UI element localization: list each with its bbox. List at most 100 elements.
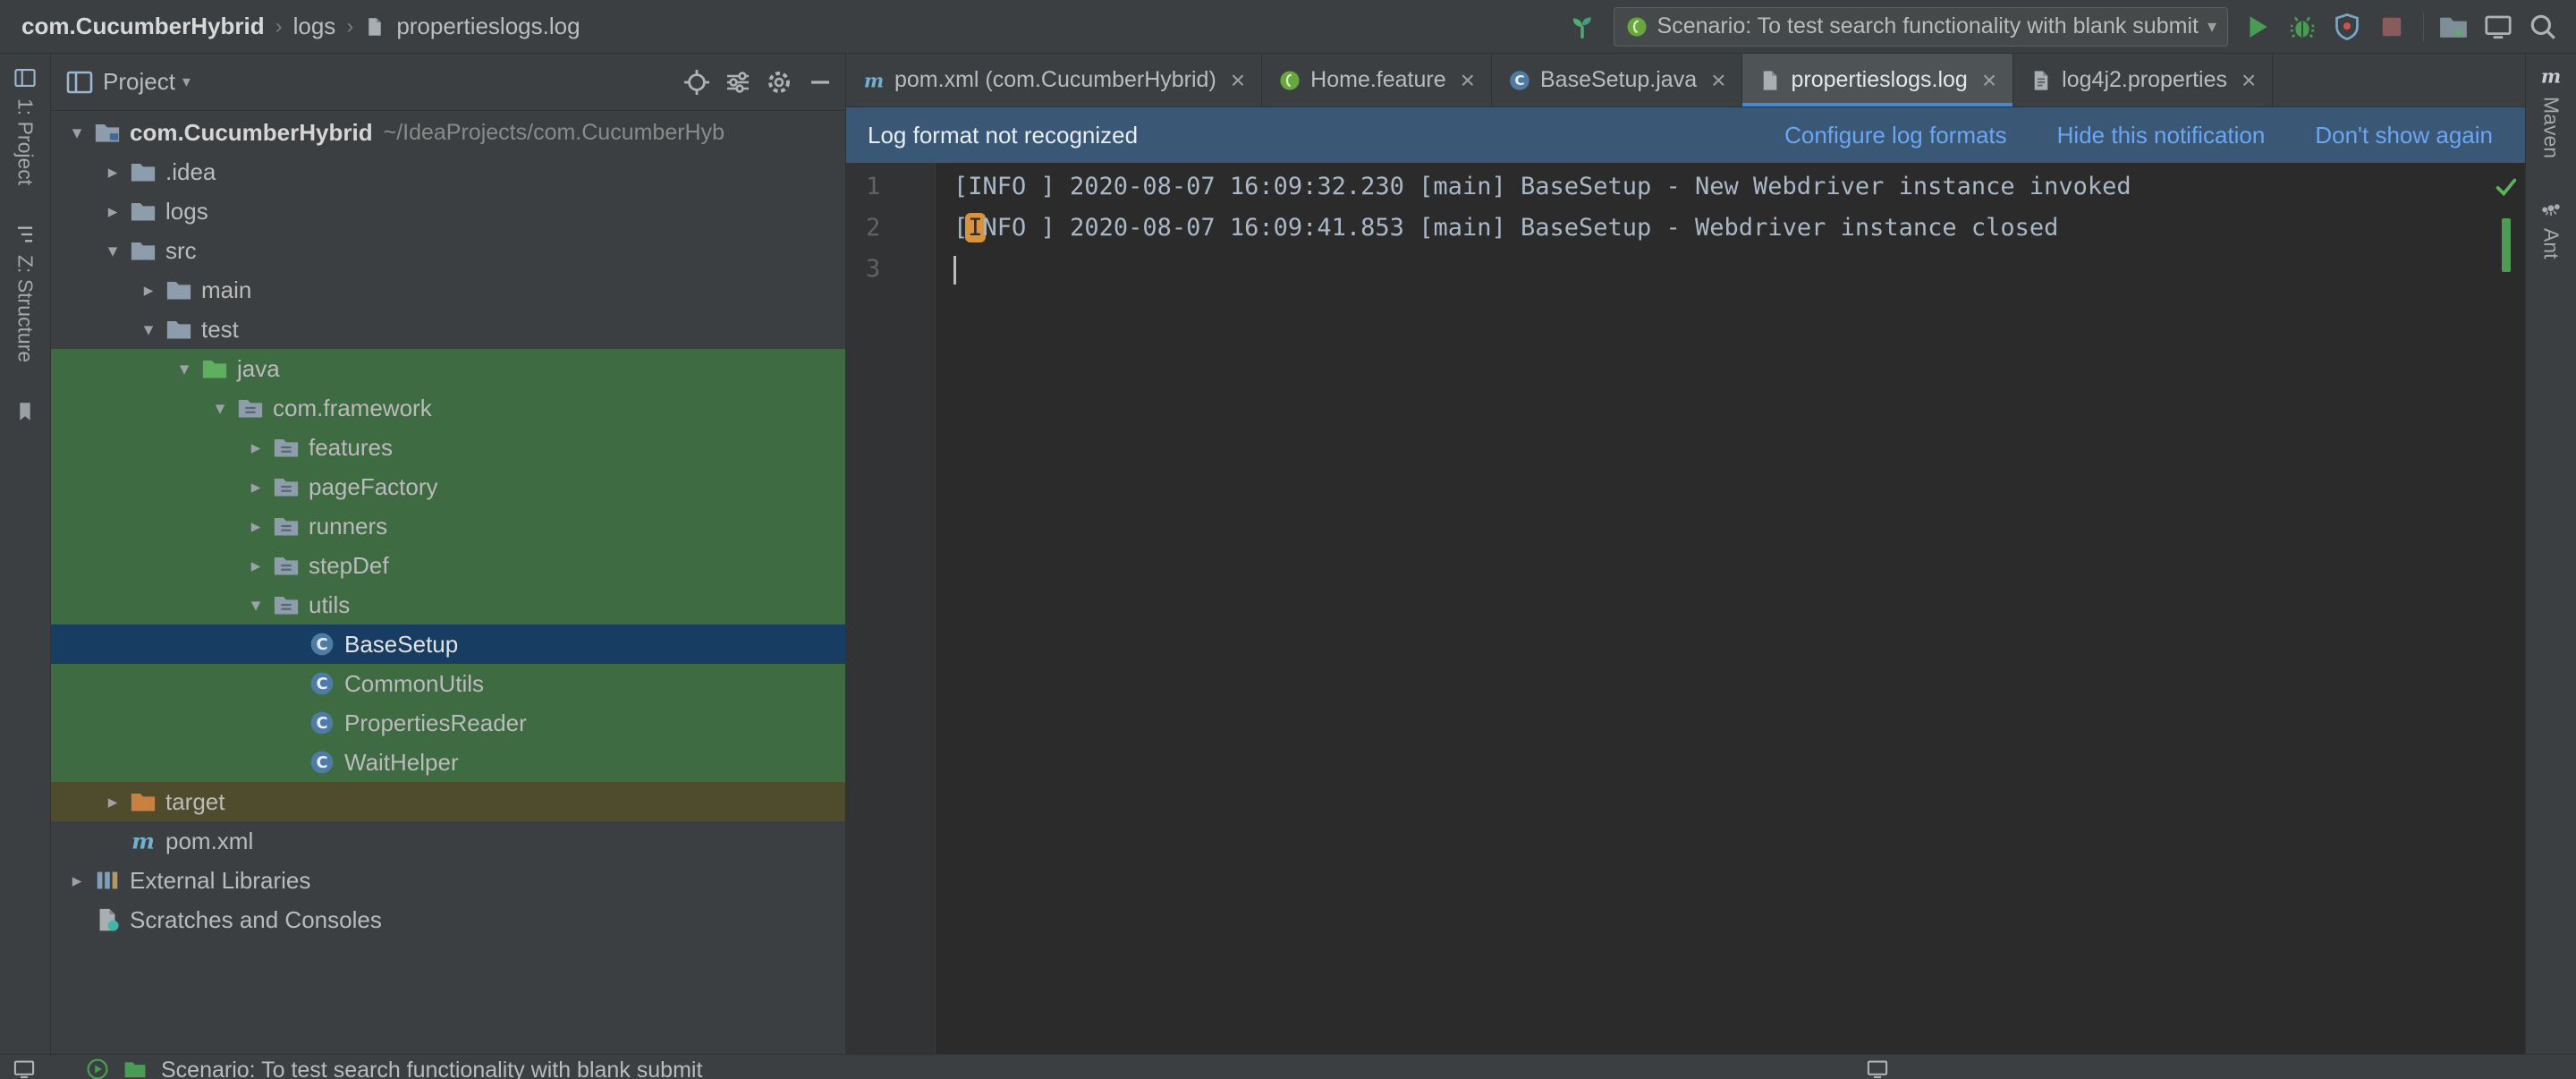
- tab-log4j2-properties[interactable]: log4j2.properties ×: [2013, 54, 2274, 106]
- editor-line-3[interactable]: [953, 249, 2489, 290]
- project-panel-title[interactable]: Project: [103, 68, 175, 96]
- chevron-right-icon[interactable]: ▸: [135, 279, 162, 302]
- tool-window-button-project[interactable]: 1: Project: [13, 66, 38, 185]
- chevron-down-icon[interactable]: ▾: [99, 240, 126, 262]
- chevron-down-icon[interactable]: ▾: [171, 358, 198, 380]
- banner-action-configure-log-formats[interactable]: Configure log formats: [1784, 122, 2007, 149]
- tool-window-button-structure[interactable]: Z: Structure: [13, 223, 38, 362]
- tree-item-pom-xml[interactable]: m pom.xml: [51, 821, 845, 861]
- breadcrumb-separator: ›: [346, 13, 354, 38]
- run-tool-window-bar[interactable]: Scenario: To test search functionality w…: [0, 1054, 2576, 1079]
- editor-body[interactable]: 1 2 3 [INFO ] 2020-08-07 16:09:32.230 [mai…: [846, 163, 2525, 1054]
- code-area[interactable]: [INFO ] 2020-08-07 16:09:32.230 [main] B…: [936, 163, 2489, 1054]
- tree-item-features[interactable]: ▸ features: [51, 428, 845, 467]
- tab-label: pom.xml (com.CucumberHybrid): [894, 67, 1216, 92]
- tab-propertieslogs-log[interactable]: propertieslogs.log ×: [1742, 54, 2014, 106]
- debug-button[interactable]: [2287, 12, 2318, 42]
- stop-button[interactable]: [2377, 12, 2407, 42]
- close-tab-icon[interactable]: ×: [1461, 67, 1475, 93]
- chevron-right-icon[interactable]: ▸: [99, 161, 126, 183]
- editor-line-1[interactable]: [INFO ] 2020-08-07 16:09:32.230 [main] B…: [953, 166, 2489, 208]
- tree-item-src[interactable]: ▾ src: [51, 231, 845, 270]
- banner-action-don-t-show-again[interactable]: Don't show again: [2315, 122, 2493, 149]
- notification-banner: Log format not recognized Configure log …: [846, 107, 2525, 163]
- chevron-down-icon[interactable]: ▾: [182, 72, 191, 91]
- tab-home-feature[interactable]: Home.feature ×: [1262, 54, 1492, 106]
- tab-basesetup-java[interactable]: C BaseSetup.java ×: [1492, 54, 1743, 106]
- tree-item-label: PropertiesReader: [344, 709, 527, 736]
- close-tab-icon[interactable]: ×: [1711, 67, 1725, 93]
- chevron-right-icon[interactable]: ▸: [242, 515, 269, 538]
- tree-item-commonutils[interactable]: C CommonUtils: [51, 664, 845, 703]
- open-folder-button[interactable]: [2438, 12, 2469, 42]
- tree-item-basesetup[interactable]: C BaseSetup: [51, 624, 845, 664]
- close-tab-icon[interactable]: ×: [2241, 67, 2256, 93]
- tree-item-pagefactory[interactable]: ▸ pageFactory: [51, 467, 845, 506]
- line-number: 1: [866, 173, 881, 200]
- seedling-icon[interactable]: [1567, 12, 1597, 42]
- close-tab-icon[interactable]: ×: [1231, 67, 1245, 93]
- line-number-gutter: 1 2 3: [846, 163, 936, 1054]
- chevron-right-icon[interactable]: ▸: [64, 870, 90, 892]
- change-marker[interactable]: [2502, 218, 2511, 272]
- window-icon[interactable]: [13, 1058, 36, 1079]
- tree-item-label: .idea: [165, 157, 216, 185]
- maven-icon: m: [130, 828, 157, 854]
- close-tab-icon[interactable]: ×: [1982, 67, 1996, 93]
- inspections-ok-icon[interactable]: [2493, 174, 2520, 200]
- bookmark-icon[interactable]: [13, 400, 37, 423]
- coverage-button[interactable]: [2332, 12, 2362, 42]
- tree-item-java[interactable]: ▾ java: [51, 349, 845, 388]
- tool-window-button-ant[interactable]: Ant: [2539, 196, 2563, 259]
- window-layout-button[interactable]: [2483, 12, 2513, 42]
- editor-line-2[interactable]: [INFO ] 2020-08-07 16:09:41.853 [main] B…: [953, 208, 2489, 249]
- tab-label: BaseSetup.java: [1539, 67, 1698, 92]
- hide-panel-icon[interactable]: [806, 68, 835, 97]
- chevron-right-icon[interactable]: ▸: [242, 555, 269, 577]
- chevron-down-icon[interactable]: ▾: [64, 122, 90, 144]
- search-everywhere-button[interactable]: [2528, 12, 2558, 42]
- maven-icon: m: [2539, 64, 2563, 88]
- tree-item-utils[interactable]: ▾ utils: [51, 585, 845, 624]
- svg-text:C: C: [316, 675, 327, 693]
- tab-pom-xml-com-cucumberhybrid[interactable]: m pom.xml (com.CucumberHybrid) ×: [846, 54, 1263, 106]
- tree-item-propertiesreader[interactable]: C PropertiesReader: [51, 703, 845, 743]
- chevron-right-icon[interactable]: ▸: [99, 200, 126, 223]
- tree-item-stepdef[interactable]: ▸ stepDef: [51, 546, 845, 585]
- chevron-right-icon[interactable]: ▸: [242, 476, 269, 498]
- tree-item-runners[interactable]: ▸ runners: [51, 506, 845, 546]
- chevron-down-icon[interactable]: ▾: [242, 594, 269, 616]
- tree-item-label: test: [201, 315, 239, 343]
- tree-item-com-cucumberhybrid[interactable]: ▾ com.CucumberHybrid ~/IdeaProjects/com.Cu…: [51, 113, 845, 152]
- breadcrumb-item-propertieslogs-log[interactable]: propertieslogs.log: [396, 13, 580, 40]
- tree-item-scratches-and-consoles[interactable]: Scratches and Consoles: [51, 900, 845, 939]
- chevron-down-icon[interactable]: ▾: [207, 397, 233, 420]
- tool-window-button-maven[interactable]: m Maven: [2539, 64, 2563, 158]
- tree-item-label: WaitHelper: [344, 748, 459, 776]
- chevron-down-icon[interactable]: ▾: [135, 319, 162, 341]
- select-opened-file-icon[interactable]: [682, 68, 711, 97]
- gear-icon[interactable]: [765, 68, 793, 97]
- tree-item-target[interactable]: ▸ target: [51, 782, 845, 821]
- tree-item-waithelper[interactable]: C WaitHelper: [51, 743, 845, 782]
- banner-action-hide-this-notification[interactable]: Hide this notification: [2057, 122, 2266, 149]
- chevron-right-icon[interactable]: ▸: [242, 437, 269, 459]
- tree-item-logs[interactable]: ▸ logs: [51, 191, 845, 231]
- run-button[interactable]: [2242, 12, 2273, 42]
- rerun-icon[interactable]: [86, 1058, 109, 1079]
- log-file-icon: [364, 16, 386, 38]
- tree-item-external-libraries[interactable]: ▸ External Libraries: [51, 861, 845, 900]
- tree-item-com-framework[interactable]: ▾ com.framework: [51, 388, 845, 428]
- monitor-icon[interactable]: [1866, 1058, 1889, 1079]
- class-icon: C: [309, 670, 335, 697]
- tree-item-main[interactable]: ▸ main: [51, 270, 845, 310]
- tree-item-label: com.CucumberHybrid: [130, 118, 373, 146]
- breadcrumb-item-logs[interactable]: logs: [293, 13, 336, 40]
- breadcrumb-item-com-cucumberhybrid[interactable]: com.CucumberHybrid: [21, 13, 265, 40]
- run-configuration-select[interactable]: Scenario: To test search functionality w…: [1613, 6, 2228, 47]
- tree-item-idea[interactable]: ▸ .idea: [51, 152, 845, 191]
- view-options-icon[interactable]: [724, 68, 752, 97]
- tree-item-test[interactable]: ▾ test: [51, 310, 845, 349]
- svg-text:m: m: [864, 69, 884, 91]
- chevron-right-icon[interactable]: ▸: [99, 791, 126, 813]
